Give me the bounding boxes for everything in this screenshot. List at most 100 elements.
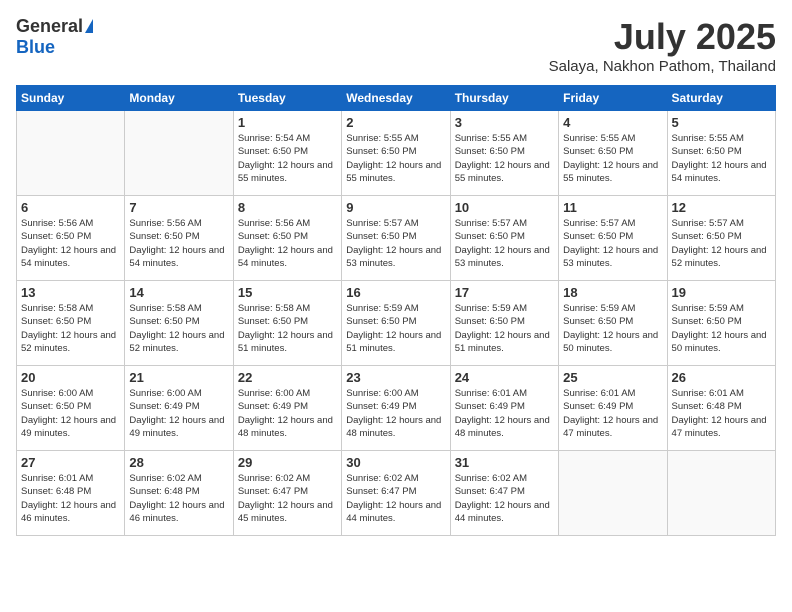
month-title: July 2025 bbox=[549, 16, 776, 58]
calendar-cell: 3 Sunrise: 5:55 AMSunset: 6:50 PMDaylight… bbox=[450, 111, 558, 196]
day-number: 4 bbox=[563, 115, 662, 130]
day-info: Sunrise: 6:00 AMSunset: 6:50 PMDaylight:… bbox=[21, 387, 120, 440]
calendar-cell: 18 Sunrise: 5:59 AMSunset: 6:50 PMDayligh… bbox=[559, 281, 667, 366]
calendar-cell: 31Sunrise: 6:02 AMSunset: 6:47 PMDayligh… bbox=[450, 451, 558, 536]
page-header: General Blue July 2025 Salaya, Nakhon Pa… bbox=[16, 16, 776, 75]
week-row-5: 27 Sunrise: 6:01 AMSunset: 6:48 PMDayligh… bbox=[17, 451, 776, 536]
day-info: Sunrise: 5:59 AMSunset: 6:50 PMDaylight:… bbox=[563, 302, 662, 355]
day-number: 12 bbox=[672, 200, 771, 215]
location-subtitle: Salaya, Nakhon Pathom, Thailand bbox=[549, 58, 776, 75]
day-info: Sunrise: 6:00 AMSunset: 6:49 PMDaylight:… bbox=[129, 387, 228, 440]
day-info: Sunrise: 5:55 AMSunset: 6:50 PMDaylight:… bbox=[455, 132, 554, 185]
calendar-cell bbox=[667, 451, 775, 536]
week-row-2: 6 Sunrise: 5:56 AMSunset: 6:50 PMDaylight… bbox=[17, 196, 776, 281]
calendar-cell: 21 Sunrise: 6:00 AMSunset: 6:49 PMDayligh… bbox=[125, 366, 233, 451]
day-info: Sunrise: 5:59 AMSunset: 6:50 PMDaylight:… bbox=[346, 302, 445, 355]
logo: General Blue bbox=[16, 16, 93, 58]
day-info: Sunrise: 6:02 AMSunset: 6:47 PMDaylight:… bbox=[346, 472, 445, 525]
day-info: Sunrise: 6:00 AMSunset: 6:49 PMDaylight:… bbox=[346, 387, 445, 440]
day-number: 10 bbox=[455, 200, 554, 215]
day-info: Sunrise: 5:58 AMSunset: 6:50 PMDaylight:… bbox=[21, 302, 120, 355]
calendar-cell: 12 Sunrise: 5:57 AMSunset: 6:50 PMDayligh… bbox=[667, 196, 775, 281]
weekday-header-wednesday: Wednesday bbox=[342, 86, 450, 111]
weekday-header-tuesday: Tuesday bbox=[233, 86, 341, 111]
day-info: Sunrise: 5:57 AMSunset: 6:50 PMDaylight:… bbox=[563, 217, 662, 270]
calendar-cell: 6 Sunrise: 5:56 AMSunset: 6:50 PMDaylight… bbox=[17, 196, 125, 281]
day-number: 21 bbox=[129, 370, 228, 385]
day-info: Sunrise: 5:59 AMSunset: 6:50 PMDaylight:… bbox=[455, 302, 554, 355]
day-info: Sunrise: 6:01 AMSunset: 6:48 PMDaylight:… bbox=[21, 472, 120, 525]
calendar-cell: 5 Sunrise: 5:55 AMSunset: 6:50 PMDaylight… bbox=[667, 111, 775, 196]
week-row-4: 20 Sunrise: 6:00 AMSunset: 6:50 PMDayligh… bbox=[17, 366, 776, 451]
day-info: Sunrise: 6:01 AMSunset: 6:49 PMDaylight:… bbox=[455, 387, 554, 440]
calendar-cell: 23 Sunrise: 6:00 AMSunset: 6:49 PMDayligh… bbox=[342, 366, 450, 451]
day-info: Sunrise: 6:02 AMSunset: 6:48 PMDaylight:… bbox=[129, 472, 228, 525]
day-number: 30 bbox=[346, 455, 445, 470]
day-number: 13 bbox=[21, 285, 120, 300]
calendar-cell: 9Sunrise: 5:57 AMSunset: 6:50 PMDaylight… bbox=[342, 196, 450, 281]
day-info: Sunrise: 5:55 AMSunset: 6:50 PMDaylight:… bbox=[346, 132, 445, 185]
day-info: Sunrise: 5:56 AMSunset: 6:50 PMDaylight:… bbox=[238, 217, 337, 270]
day-number: 25 bbox=[563, 370, 662, 385]
day-number: 31 bbox=[455, 455, 554, 470]
day-info: Sunrise: 5:59 AMSunset: 6:50 PMDaylight:… bbox=[672, 302, 771, 355]
calendar-cell: 27 Sunrise: 6:01 AMSunset: 6:48 PMDayligh… bbox=[17, 451, 125, 536]
day-info: Sunrise: 5:55 AMSunset: 6:50 PMDaylight:… bbox=[563, 132, 662, 185]
day-number: 19 bbox=[672, 285, 771, 300]
day-info: Sunrise: 6:00 AMSunset: 6:49 PMDaylight:… bbox=[238, 387, 337, 440]
day-info: Sunrise: 5:57 AMSunset: 6:50 PMDaylight:… bbox=[672, 217, 771, 270]
calendar-cell: 24 Sunrise: 6:01 AMSunset: 6:49 PMDayligh… bbox=[450, 366, 558, 451]
calendar-cell bbox=[559, 451, 667, 536]
day-number: 17 bbox=[455, 285, 554, 300]
day-info: Sunrise: 5:56 AMSunset: 6:50 PMDaylight:… bbox=[129, 217, 228, 270]
day-number: 26 bbox=[672, 370, 771, 385]
day-info: Sunrise: 5:58 AMSunset: 6:50 PMDaylight:… bbox=[129, 302, 228, 355]
weekday-header-sunday: Sunday bbox=[17, 86, 125, 111]
calendar-cell: 29 Sunrise: 6:02 AMSunset: 6:47 PMDayligh… bbox=[233, 451, 341, 536]
calendar-cell: 16 Sunrise: 5:59 AMSunset: 6:50 PMDayligh… bbox=[342, 281, 450, 366]
day-info: Sunrise: 5:58 AMSunset: 6:50 PMDaylight:… bbox=[238, 302, 337, 355]
day-number: 22 bbox=[238, 370, 337, 385]
day-number: 16 bbox=[346, 285, 445, 300]
logo-triangle-icon bbox=[85, 19, 93, 33]
day-number: 29 bbox=[238, 455, 337, 470]
calendar-cell: 15 Sunrise: 5:58 AMSunset: 6:50 PMDayligh… bbox=[233, 281, 341, 366]
day-number: 8 bbox=[238, 200, 337, 215]
calendar-cell: 25 Sunrise: 6:01 AMSunset: 6:49 PMDayligh… bbox=[559, 366, 667, 451]
day-number: 20 bbox=[21, 370, 120, 385]
weekday-header-saturday: Saturday bbox=[667, 86, 775, 111]
weekday-header-friday: Friday bbox=[559, 86, 667, 111]
weekday-header-thursday: Thursday bbox=[450, 86, 558, 111]
weekday-header-monday: Monday bbox=[125, 86, 233, 111]
day-number: 18 bbox=[563, 285, 662, 300]
week-row-3: 13 Sunrise: 5:58 AMSunset: 6:50 PMDayligh… bbox=[17, 281, 776, 366]
title-area: July 2025 Salaya, Nakhon Pathom, Thailan… bbox=[549, 16, 776, 75]
day-info: Sunrise: 6:01 AMSunset: 6:48 PMDaylight:… bbox=[672, 387, 771, 440]
calendar-cell: 26 Sunrise: 6:01 AMSunset: 6:48 PMDayligh… bbox=[667, 366, 775, 451]
day-number: 5 bbox=[672, 115, 771, 130]
calendar-cell bbox=[17, 111, 125, 196]
calendar-cell: 13 Sunrise: 5:58 AMSunset: 6:50 PMDayligh… bbox=[17, 281, 125, 366]
logo-blue-text: Blue bbox=[16, 37, 55, 58]
day-number: 1 bbox=[238, 115, 337, 130]
day-number: 23 bbox=[346, 370, 445, 385]
day-info: Sunrise: 6:02 AMSunset: 6:47 PMDaylight:… bbox=[238, 472, 337, 525]
day-number: 24 bbox=[455, 370, 554, 385]
calendar-table: SundayMondayTuesdayWednesdayThursdayFrid… bbox=[16, 85, 776, 536]
calendar-cell: 4 Sunrise: 5:55 AMSunset: 6:50 PMDaylight… bbox=[559, 111, 667, 196]
calendar-cell: 20 Sunrise: 6:00 AMSunset: 6:50 PMDayligh… bbox=[17, 366, 125, 451]
calendar-cell: 22 Sunrise: 6:00 AMSunset: 6:49 PMDayligh… bbox=[233, 366, 341, 451]
day-number: 27 bbox=[21, 455, 120, 470]
calendar-cell: 30 Sunrise: 6:02 AMSunset: 6:47 PMDayligh… bbox=[342, 451, 450, 536]
day-info: Sunrise: 6:01 AMSunset: 6:49 PMDaylight:… bbox=[563, 387, 662, 440]
calendar-cell: 2 Sunrise: 5:55 AMSunset: 6:50 PMDaylight… bbox=[342, 111, 450, 196]
calendar-cell: 28Sunrise: 6:02 AMSunset: 6:48 PMDayligh… bbox=[125, 451, 233, 536]
day-info: Sunrise: 5:54 AMSunset: 6:50 PMDaylight:… bbox=[238, 132, 337, 185]
day-number: 6 bbox=[21, 200, 120, 215]
day-number: 15 bbox=[238, 285, 337, 300]
day-info: Sunrise: 5:55 AMSunset: 6:50 PMDaylight:… bbox=[672, 132, 771, 185]
calendar-cell: 14Sunrise: 5:58 AMSunset: 6:50 PMDayligh… bbox=[125, 281, 233, 366]
day-number: 2 bbox=[346, 115, 445, 130]
day-number: 3 bbox=[455, 115, 554, 130]
day-info: Sunrise: 5:56 AMSunset: 6:50 PMDaylight:… bbox=[21, 217, 120, 270]
